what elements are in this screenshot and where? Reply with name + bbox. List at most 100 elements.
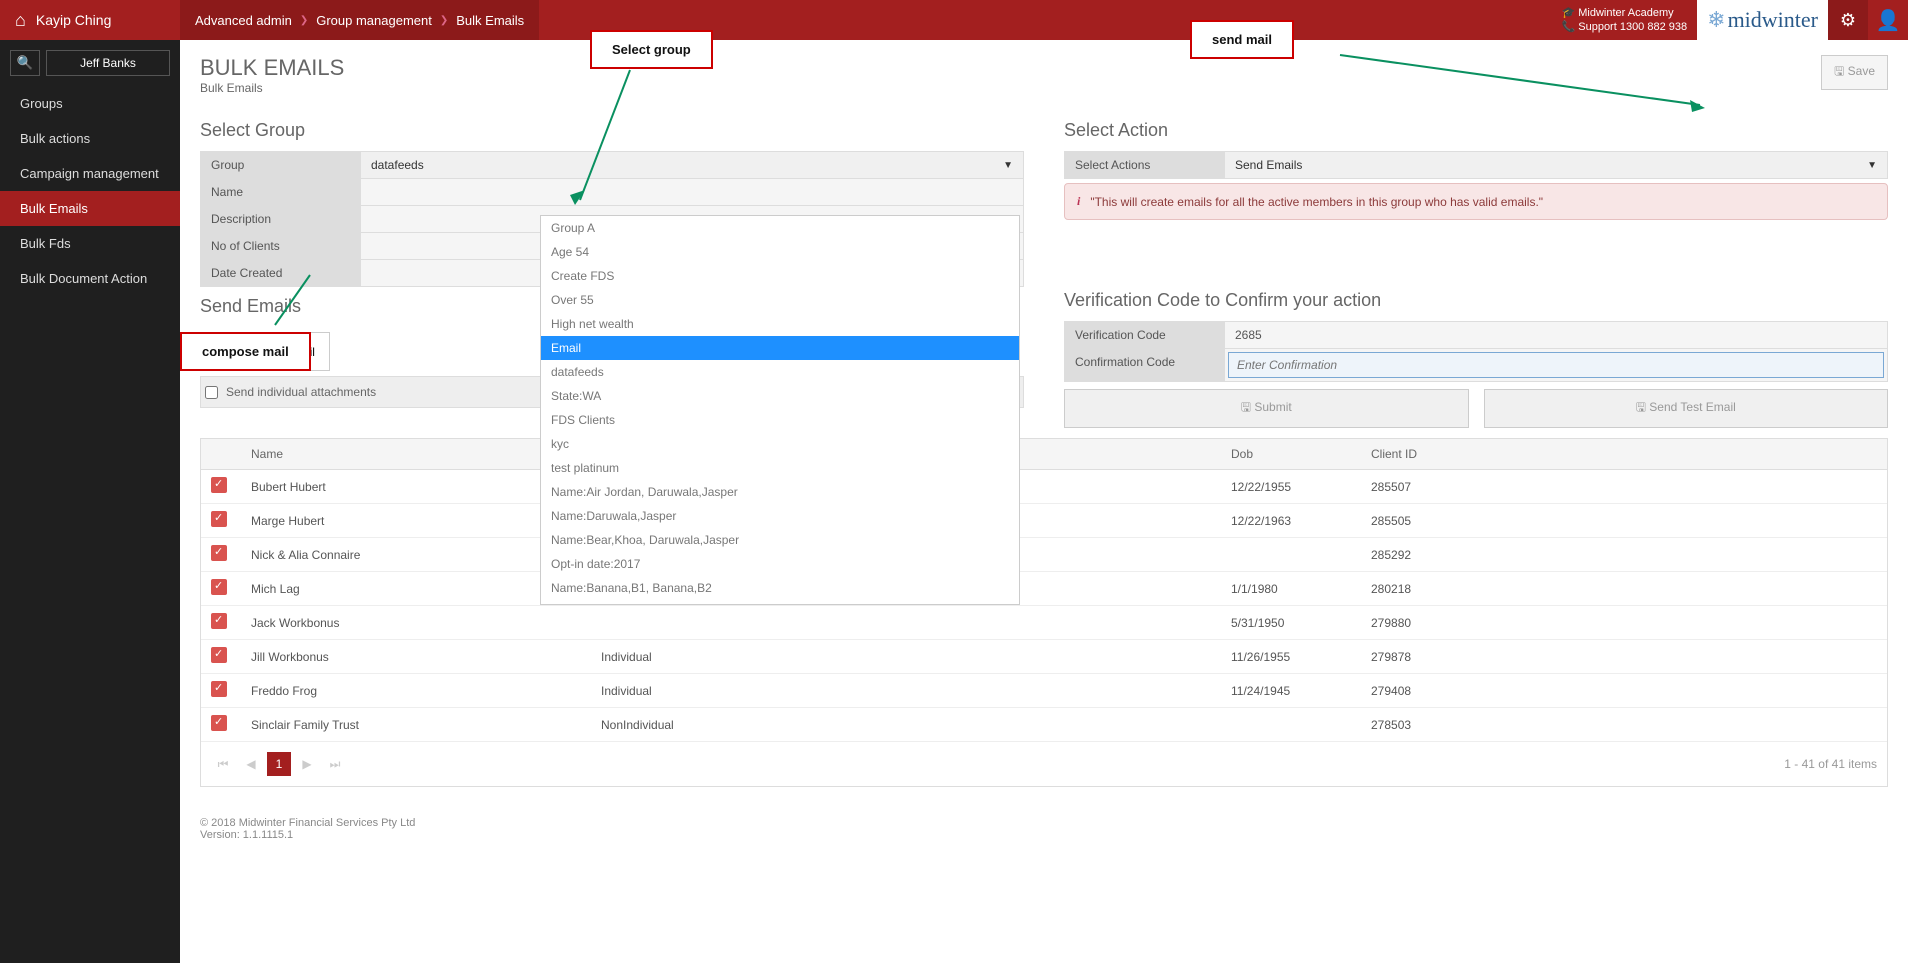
arrow-annotation	[270, 270, 320, 335]
cell-clientid: 285505	[1361, 504, 1887, 538]
cell-dob: 11/26/1955	[1221, 640, 1361, 674]
breadcrumb: Advanced admin ❯ Group management ❯ Bulk…	[180, 0, 539, 40]
chevron-right-icon: ❯	[440, 15, 448, 26]
home-icon[interactable]: ⌂	[15, 10, 26, 31]
cell-name: Marge Hubert	[241, 504, 591, 538]
cell-clientid: 285507	[1361, 470, 1887, 504]
cell-type	[591, 606, 941, 640]
col-name[interactable]: Name	[241, 439, 591, 470]
confirmation-code-label: Confirmation Code	[1065, 349, 1225, 381]
group-dropdown-list[interactable]: Group AAge 54Create FDSOver 55High net w…	[540, 215, 1020, 605]
client-selector[interactable]: Jeff Banks	[46, 50, 170, 76]
dropdown-option[interactable]: Name:Bear,Khoa, Daruwala,Jasper	[541, 528, 1019, 552]
select-actions-dropdown[interactable]: Send Emails ▼	[1225, 152, 1887, 178]
table-row[interactable]: Jack Workbonus 5/31/1950 279880	[201, 606, 1887, 640]
row-checkbox[interactable]	[211, 511, 227, 527]
table-row[interactable]: Freddo Frog Individual 11/24/1945 279408	[201, 674, 1887, 708]
cell-dob	[1221, 708, 1361, 742]
chevron-down-icon: ▼	[1867, 160, 1877, 171]
individual-attachments-checkbox[interactable]	[205, 386, 218, 399]
sidebar-item[interactable]: Bulk Emails	[0, 191, 180, 226]
cell-dob: 12/22/1963	[1221, 504, 1361, 538]
sidebar-item[interactable]: Bulk Document Action	[0, 261, 180, 296]
submit-button[interactable]: 🖫 Submit	[1064, 389, 1469, 428]
cell-name: Sinclair Family Trust	[241, 708, 591, 742]
settings-button[interactable]: ⚙	[1828, 0, 1868, 40]
cell-dob: 12/22/1955	[1221, 470, 1361, 504]
dropdown-option[interactable]: Name:Daruwala,Jasper	[541, 504, 1019, 528]
row-checkbox[interactable]	[211, 681, 227, 697]
cell-name: Freddo Frog	[241, 674, 591, 708]
table-row[interactable]: Sinclair Family Trust NonIndividual 2785…	[201, 708, 1887, 742]
clients-table: Name Email Dob Client ID Bubert Hubert 1…	[200, 438, 1888, 787]
cell-type: Individual	[591, 674, 941, 708]
cell-type: NonIndividual	[591, 708, 941, 742]
sidebar-item[interactable]: Bulk Fds	[0, 226, 180, 261]
dropdown-option[interactable]: State:WA	[541, 384, 1019, 408]
breadcrumb-item[interactable]: Advanced admin	[195, 13, 292, 28]
dropdown-option[interactable]: Name:Banana,B1, Banana,B2	[541, 576, 1019, 600]
brand-logo: ❄ midwinter	[1697, 0, 1828, 40]
arrow-annotation	[1330, 50, 1710, 115]
table-row[interactable]: Jill Workbonus Individual 11/26/1955 279…	[201, 640, 1887, 674]
row-checkbox[interactable]	[211, 613, 227, 629]
cell-dob	[1221, 538, 1361, 572]
dropdown-option[interactable]: Create FDS	[541, 264, 1019, 288]
table-row[interactable]: Marge Hubert 12/22/1963 285505	[201, 504, 1887, 538]
verification-code-label: Verification Code	[1065, 322, 1225, 348]
col-clientid[interactable]: Client ID	[1361, 439, 1887, 470]
cell-name: Jack Workbonus	[241, 606, 591, 640]
sidebar-item[interactable]: Campaign management	[0, 156, 180, 191]
main-content: BULK EMAILS Bulk Emails 🖫 Save Select gr…	[180, 40, 1908, 963]
profile-button[interactable]: 👤	[1868, 0, 1908, 40]
verification-heading: Verification Code to Confirm your action	[1064, 290, 1888, 311]
chevron-right-icon: ❯	[300, 15, 308, 26]
save-button[interactable]: 🖫 Save	[1821, 55, 1888, 90]
pager-page[interactable]: 1	[267, 752, 291, 776]
pager-last[interactable]: ⏭	[323, 752, 347, 776]
group-dropdown[interactable]: datafeeds ▼	[361, 152, 1023, 178]
individual-attachments-label: Send individual attachments	[226, 385, 376, 399]
dropdown-option[interactable]: TEST FDS	[541, 600, 1019, 605]
description-label: Description	[201, 206, 361, 232]
breadcrumb-item[interactable]: Group management	[316, 13, 432, 28]
send-test-email-button[interactable]: 🖫 Send Test Email	[1484, 389, 1889, 428]
sidebar: 🔍 Jeff Banks GroupsBulk actionsCampaign …	[0, 40, 180, 963]
dropdown-option[interactable]: kyc	[541, 432, 1019, 456]
dropdown-option[interactable]: Age 54	[541, 240, 1019, 264]
sidebar-item[interactable]: Bulk actions	[0, 121, 180, 156]
search-button[interactable]: 🔍	[10, 50, 40, 76]
name-label: Name	[201, 179, 361, 205]
cell-name: Bubert Hubert	[241, 470, 591, 504]
dropdown-option[interactable]: Group A	[541, 216, 1019, 240]
sidebar-item[interactable]: Groups	[0, 86, 180, 121]
row-checkbox[interactable]	[211, 545, 227, 561]
cell-clientid: 279878	[1361, 640, 1887, 674]
dropdown-option[interactable]: test platinum	[541, 456, 1019, 480]
pager-next[interactable]: ▶	[295, 752, 319, 776]
pager-prev[interactable]: ◀	[239, 752, 263, 776]
confirmation-code-input[interactable]	[1228, 352, 1884, 378]
table-row[interactable]: Nick & Alia Connaire 285292	[201, 538, 1887, 572]
col-dob[interactable]: Dob	[1221, 439, 1361, 470]
table-row[interactable]: Bubert Hubert 12/22/1955 285507	[201, 470, 1887, 504]
row-checkbox[interactable]	[211, 647, 227, 663]
dropdown-option[interactable]: High net wealth	[541, 312, 1019, 336]
dropdown-option[interactable]: datafeeds	[541, 360, 1019, 384]
breadcrumb-item[interactable]: Bulk Emails	[456, 13, 524, 28]
arrow-annotation	[570, 60, 640, 210]
row-checkbox[interactable]	[211, 715, 227, 731]
dropdown-option[interactable]: Name:Air Jordan, Daruwala,Jasper	[541, 480, 1019, 504]
table-row[interactable]: Mich Lag 1/1/1980 280218	[201, 572, 1887, 606]
row-checkbox[interactable]	[211, 477, 227, 493]
cell-name: Nick & Alia Connaire	[241, 538, 591, 572]
pager-first[interactable]: ⏮	[211, 752, 235, 776]
dropdown-option[interactable]: Email	[541, 336, 1019, 360]
group-label: Group	[201, 152, 361, 178]
dropdown-option[interactable]: Opt-in date:2017	[541, 552, 1019, 576]
pager-summary: 1 - 41 of 41 items	[1784, 757, 1877, 771]
dropdown-option[interactable]: Over 55	[541, 288, 1019, 312]
cell-email	[941, 640, 1221, 674]
dropdown-option[interactable]: FDS Clients	[541, 408, 1019, 432]
row-checkbox[interactable]	[211, 579, 227, 595]
